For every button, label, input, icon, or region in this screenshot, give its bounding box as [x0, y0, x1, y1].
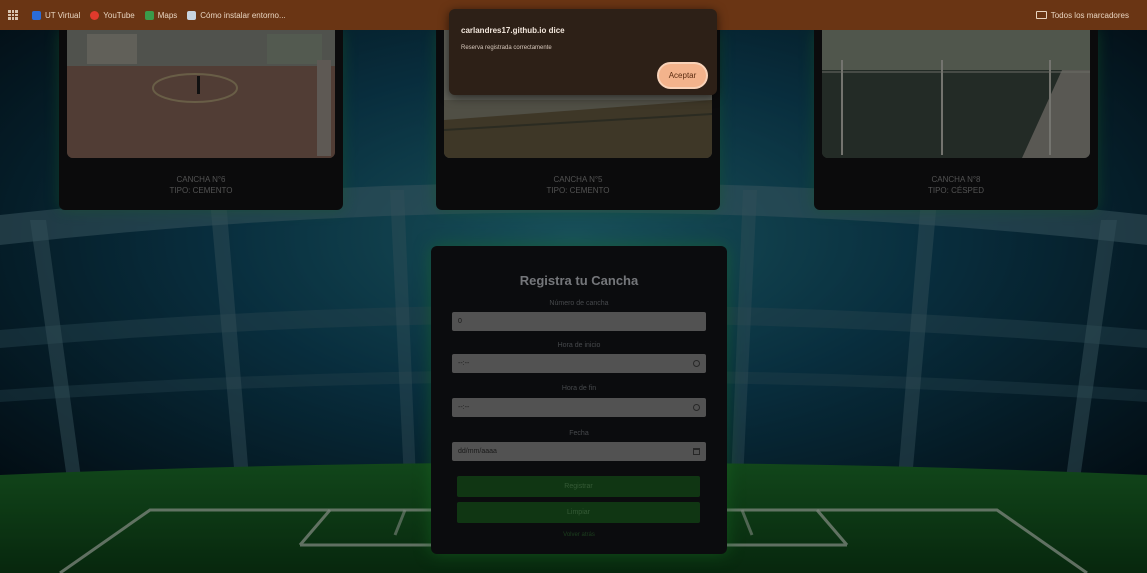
- bookmark-label: Cómo instalar entorno...: [200, 10, 286, 20]
- bookmark-label: YouTube: [103, 10, 135, 20]
- all-bookmarks-label: Todos los marcadores: [1050, 10, 1129, 20]
- folder-icon: [1035, 11, 1047, 19]
- modal-backdrop: [0, 30, 1147, 573]
- all-bookmarks[interactable]: Todos los marcadores: [1035, 10, 1129, 20]
- bookmark-label: UT Virtual: [45, 10, 81, 20]
- dialog-title: carlandres17.github.io dice: [461, 26, 565, 35]
- bookmark-label: Maps: [157, 10, 178, 20]
- apps-icon[interactable]: [8, 10, 18, 20]
- youtube-icon: [90, 10, 100, 20]
- dialog-message: Reserva registrada correctamente: [461, 45, 552, 51]
- bookmark-ut-virtual[interactable]: UT Virtual: [32, 10, 81, 20]
- bookmark-maps[interactable]: Maps: [144, 10, 178, 20]
- alert-dialog: carlandres17.github.io dice Reserva regi…: [449, 9, 717, 95]
- maps-icon: [144, 10, 154, 20]
- ut-virtual-icon: [32, 10, 41, 20]
- bookmark-youtube[interactable]: YouTube: [90, 10, 135, 20]
- accept-button[interactable]: Aceptar: [657, 62, 708, 89]
- bookmark-entorno[interactable]: Cómo instalar entorno...: [187, 10, 286, 20]
- page-icon: [187, 10, 197, 20]
